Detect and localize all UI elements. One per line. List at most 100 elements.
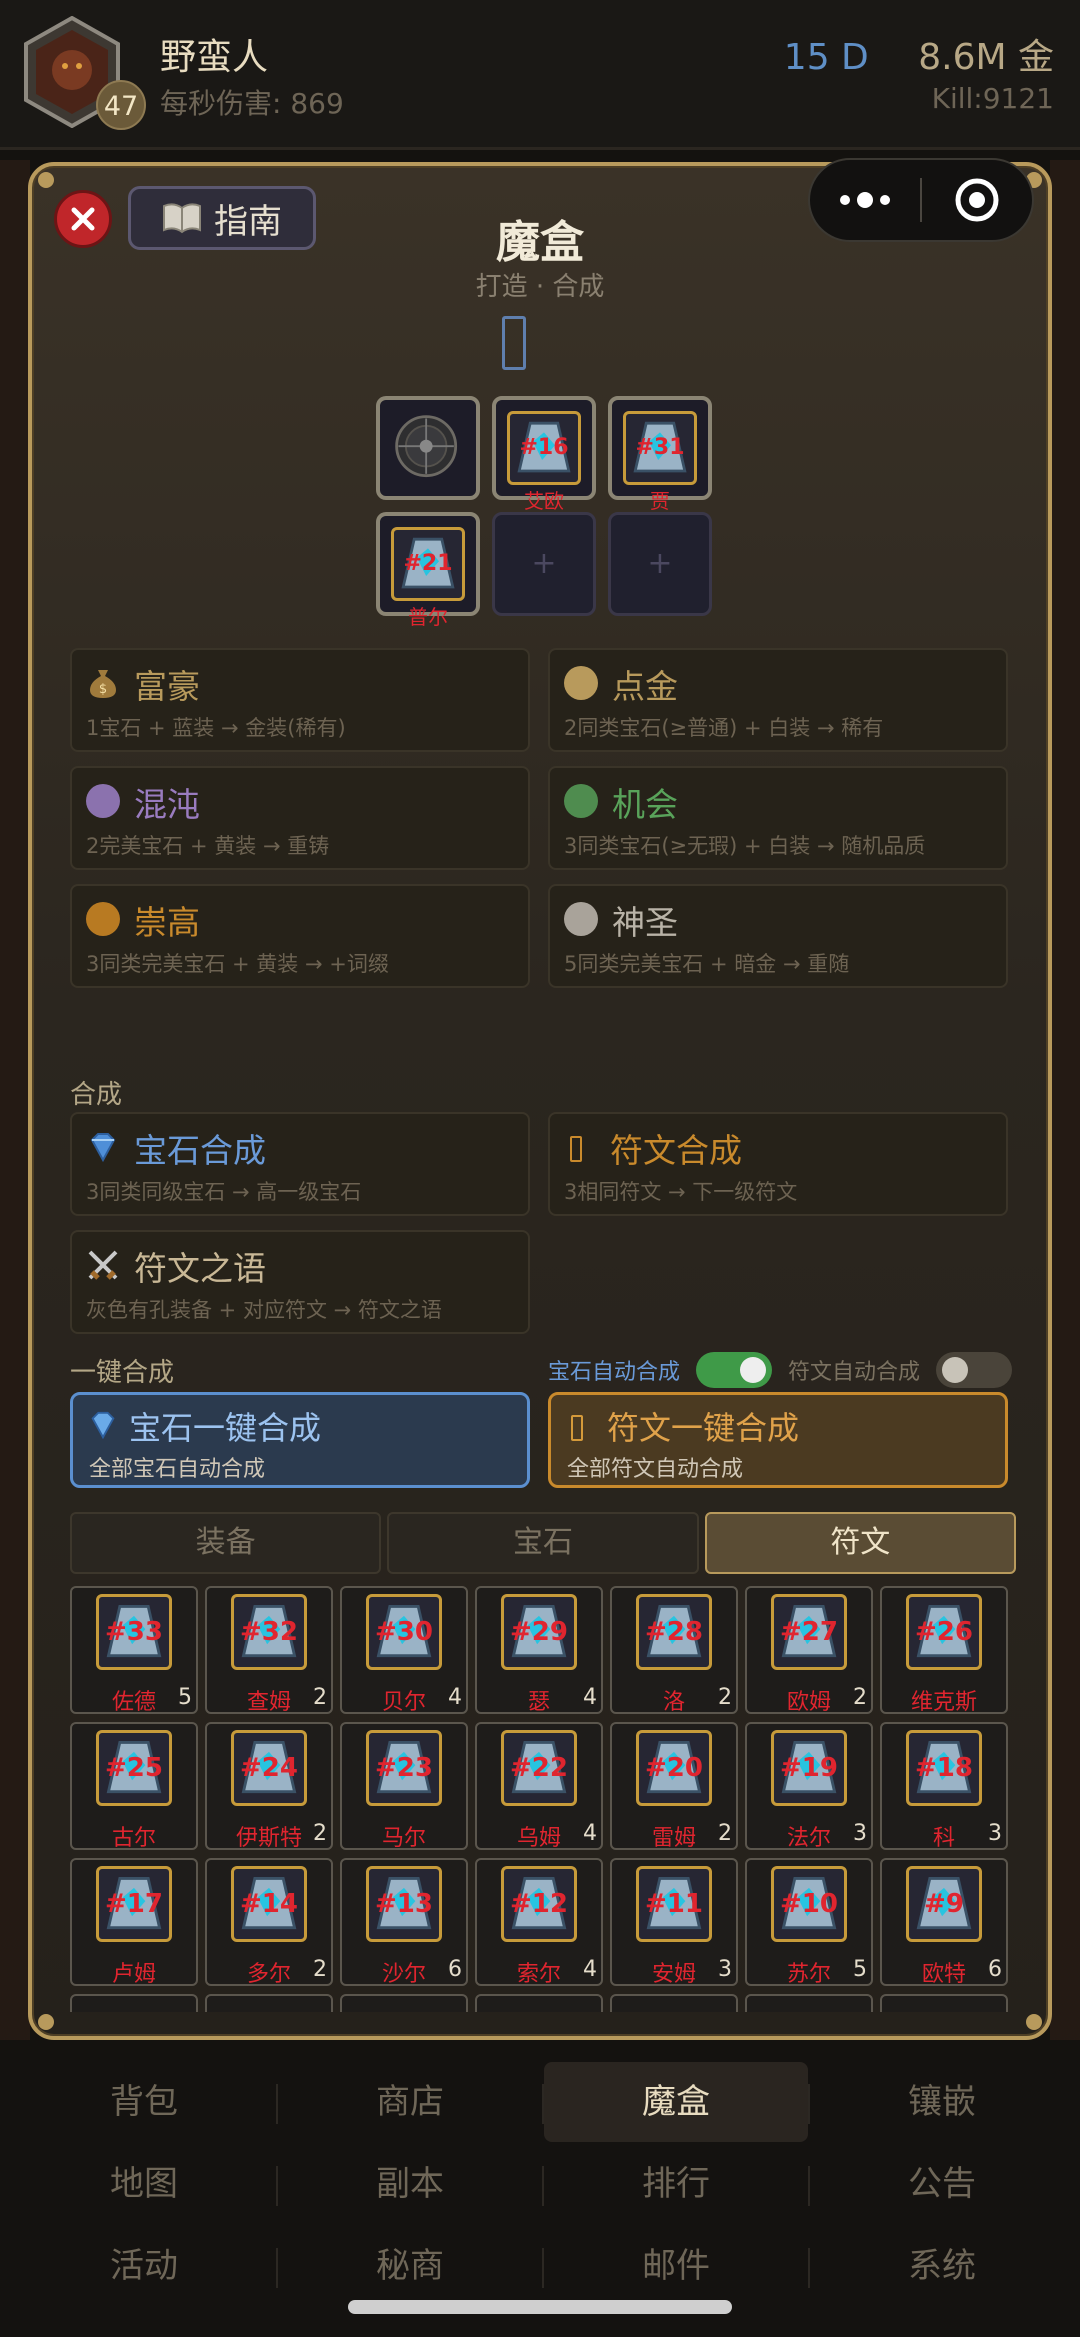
rune-count: 3 bbox=[853, 1821, 867, 1846]
rune-cell[interactable] bbox=[340, 1994, 468, 2012]
recipe-title: 富豪 bbox=[134, 667, 200, 706]
gem-one-click-button[interactable]: 宝石一键合成 全部宝石自动合成 bbox=[70, 1392, 530, 1488]
rune-icon bbox=[571, 1415, 583, 1441]
rune-name: 普尔 bbox=[408, 605, 448, 629]
nav-item[interactable]: 镶嵌 bbox=[810, 2062, 1074, 2142]
nav-item[interactable]: 秘商 bbox=[278, 2226, 542, 2306]
level-badge: 47 bbox=[96, 80, 146, 130]
rune-cell[interactable]: #33 佐德 5 bbox=[70, 1586, 198, 1715]
rune-icon: #10 bbox=[771, 1866, 847, 1942]
nav-item[interactable]: 排行 bbox=[544, 2144, 808, 2224]
tab-equipment[interactable]: 装备 bbox=[70, 1512, 382, 1574]
rune-one-click-button[interactable]: 符文一键合成 全部符文自动合成 bbox=[548, 1392, 1008, 1488]
rune-icon: #12 bbox=[501, 1866, 577, 1942]
rune-number: #18 bbox=[915, 1753, 973, 1783]
nav-item[interactable]: 系统 bbox=[810, 2226, 1074, 2306]
runeword-card[interactable]: 符文之语 灰色有孔装备 + 对应符文 → 符文之语 bbox=[70, 1230, 530, 1334]
cube-slot-6[interactable]: + bbox=[608, 512, 712, 616]
cube-slot-4[interactable]: #21 普尔 bbox=[376, 512, 480, 629]
rune-cell[interactable]: #9 欧特 6 bbox=[880, 1858, 1008, 1987]
rune-cell[interactable]: #29 瑟 4 bbox=[475, 1586, 603, 1715]
rune-cell[interactable]: #14 多尔 2 bbox=[205, 1858, 333, 1987]
rune-icon: #22 bbox=[501, 1730, 577, 1806]
nav-item[interactable]: 邮件 bbox=[544, 2226, 808, 2306]
gem-auto-toggle[interactable] bbox=[696, 1352, 772, 1388]
rune-count: 2 bbox=[718, 1685, 732, 1710]
rune-cell[interactable] bbox=[475, 1994, 603, 2012]
rune-merge-card[interactable]: 符文合成 3相同符文 → 下一级符文 bbox=[548, 1112, 1008, 1216]
cube-slot-1[interactable] bbox=[376, 396, 480, 500]
rune-cell[interactable]: #27 欧姆 2 bbox=[745, 1586, 873, 1715]
rune-one-click-title: 符文一键合成 bbox=[607, 1409, 800, 1447]
rune-cell[interactable] bbox=[880, 1994, 1008, 2012]
rune-number: #25 bbox=[105, 1753, 163, 1783]
rune-auto-toggle[interactable] bbox=[936, 1352, 1012, 1388]
cube-slot-3[interactable]: #31 贾 bbox=[608, 396, 712, 513]
recipe-card-divine[interactable]: 神圣 5同类完美宝石 + 暗金 → 重随 bbox=[548, 884, 1008, 988]
nav-item[interactable]: 地图 bbox=[12, 2144, 276, 2224]
rune-number: #23 bbox=[375, 1753, 433, 1783]
recipe-desc: 2完美宝石 + 黄装 → 重铸 bbox=[86, 834, 330, 858]
rune-cell[interactable]: #13 沙尔 6 bbox=[340, 1858, 468, 1987]
rune-icon: #32 bbox=[231, 1594, 307, 1670]
modal-subtitle: 打造 · 合成 bbox=[475, 272, 605, 302]
rune-count: 5 bbox=[178, 1685, 192, 1710]
rune-cell[interactable] bbox=[205, 1994, 333, 2012]
rune-grid: #33 佐德 5 #32 查姆 2 #30 贝尔 4 #29 瑟 4 #28 洛 2 #27 欧姆 2 #26 维克斯… bbox=[70, 1586, 1016, 2012]
recipe-desc: 2同类宝石(≥普通) + 白装 → 稀有 bbox=[564, 716, 884, 740]
nav-item[interactable]: 公告 bbox=[810, 2144, 1074, 2224]
rune-icon: #11 bbox=[636, 1866, 712, 1942]
rune-cell[interactable]: #22 乌姆 4 bbox=[475, 1722, 603, 1851]
rune-cell[interactable]: #20 雷姆 2 bbox=[610, 1722, 738, 1851]
rune-number: #20 bbox=[645, 1753, 703, 1783]
rune-count: 2 bbox=[718, 1821, 732, 1846]
tab-runes[interactable]: 符文 bbox=[704, 1512, 1016, 1574]
nav-item[interactable]: 副本 bbox=[278, 2144, 542, 2224]
nav-item[interactable]: 背包 bbox=[12, 2062, 276, 2142]
recipe-card-chance[interactable]: 机会 3同类宝石(≥无瑕) + 白装 → 随机品质 bbox=[548, 766, 1008, 870]
rune-number: #27 bbox=[780, 1617, 838, 1647]
rune-cell[interactable]: #25 古尔 bbox=[70, 1722, 198, 1851]
rune-cell[interactable] bbox=[610, 1994, 738, 2012]
rune-count: 2 bbox=[313, 1957, 327, 1982]
round-shield-icon bbox=[395, 415, 458, 478]
rune-cell[interactable]: #32 查姆 2 bbox=[205, 1586, 333, 1715]
rune-name: 古尔 bbox=[111, 1826, 156, 1851]
cube-slot-2[interactable]: #16 艾欧 bbox=[492, 396, 596, 513]
rune-cell[interactable]: #17 卢姆 bbox=[70, 1858, 198, 1987]
nav-item[interactable]: 商店 bbox=[278, 2062, 542, 2142]
rune-cell[interactable]: #11 安姆 3 bbox=[610, 1858, 738, 1987]
inventory-tabs: 装备 宝石 符文 bbox=[70, 1512, 1016, 1574]
rune-cell[interactable] bbox=[745, 1994, 873, 2012]
horadric-cube-modal: 指南 魔盒 打造 · 合成 #16 艾欧 #31 贾 #21 普尔 + + $ … bbox=[28, 158, 1052, 2040]
rune-icon: #18 bbox=[906, 1730, 982, 1806]
gem-merge-card[interactable]: 宝石合成 3同类同级宝石 → 高一级宝石 bbox=[70, 1112, 530, 1216]
rune-number: #13 bbox=[375, 1889, 433, 1919]
rune-cell[interactable] bbox=[70, 1994, 198, 2012]
rune-cell[interactable]: #23 马尔 bbox=[340, 1722, 468, 1851]
rune-count: 6 bbox=[988, 1957, 1002, 1982]
nav-item[interactable]: 魔盒 bbox=[544, 2062, 808, 2142]
recipe-desc: 3同类完美宝石 + 黄装 → +词缀 bbox=[86, 952, 389, 976]
cube-slot-5[interactable]: + bbox=[492, 512, 596, 616]
rune-icon: #21 bbox=[391, 527, 465, 601]
one-click-label: 一键合成 bbox=[70, 1358, 175, 1388]
rune-cell[interactable]: #24 伊斯特 2 bbox=[205, 1722, 333, 1851]
rune-icon: #17 bbox=[96, 1866, 172, 1942]
recipe-card-exalted[interactable]: 崇高 3同类完美宝石 + 黄装 → +词缀 bbox=[70, 884, 530, 988]
merge-desc: 3相同符文 → 下一级符文 bbox=[564, 1180, 798, 1204]
recipe-card-rich[interactable]: $ 富豪 1宝石 + 蓝装 → 金装(稀有) bbox=[70, 648, 530, 752]
nav-item[interactable]: 活动 bbox=[12, 2226, 276, 2306]
rune-cell[interactable]: #12 索尔 4 bbox=[475, 1858, 603, 1987]
rune-cell[interactable]: #18 科 3 bbox=[880, 1722, 1008, 1851]
svg-text:$: $ bbox=[99, 682, 107, 697]
recipe-card-chaos[interactable]: 混沌 2完美宝石 + 黄装 → 重铸 bbox=[70, 766, 530, 870]
rune-name: 马尔 bbox=[381, 1826, 426, 1851]
tab-gems[interactable]: 宝石 bbox=[387, 1512, 699, 1574]
rune-cell[interactable]: #28 洛 2 bbox=[610, 1586, 738, 1715]
rune-cell[interactable]: #19 法尔 3 bbox=[745, 1722, 873, 1851]
rune-cell[interactable]: #10 苏尔 5 bbox=[745, 1858, 873, 1987]
recipe-card-alchemy[interactable]: 点金 2同类宝石(≥普通) + 白装 → 稀有 bbox=[548, 648, 1008, 752]
rune-cell[interactable]: #30 贝尔 4 bbox=[340, 1586, 468, 1715]
rune-cell[interactable]: #26 维克斯 bbox=[880, 1586, 1008, 1715]
